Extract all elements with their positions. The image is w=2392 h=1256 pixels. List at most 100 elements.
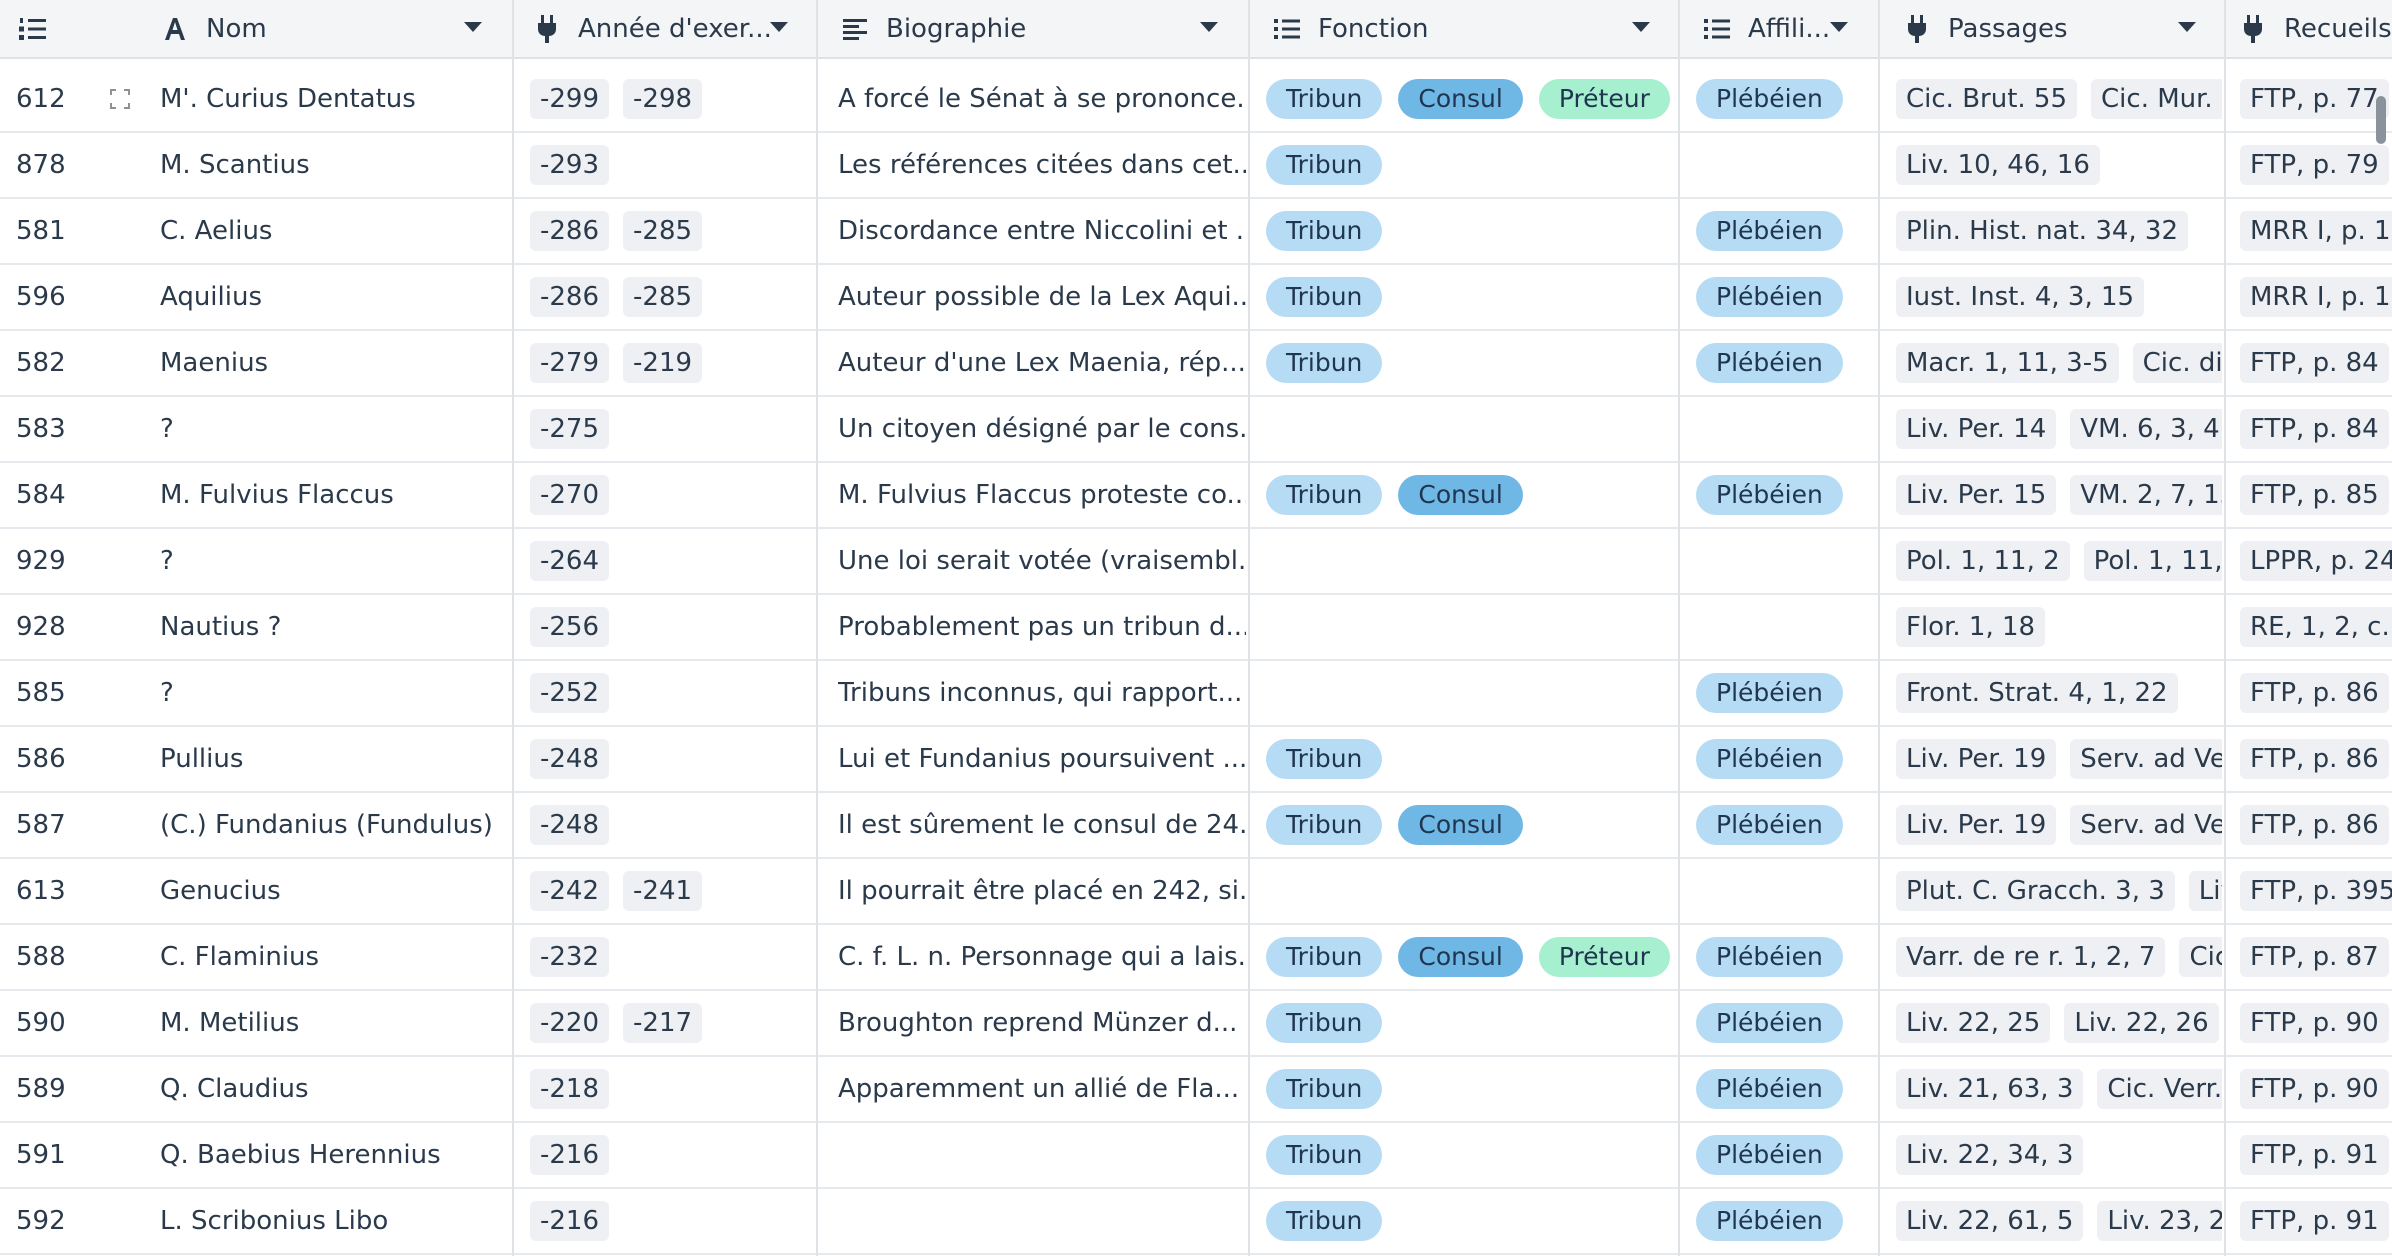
affiliation-cell[interactable]: Plébéien (1696, 1057, 1876, 1121)
chevron-down-icon[interactable] (770, 22, 788, 32)
table-row[interactable]: 582 Maenius -279 -219 Auteur d'une Lex Maeni… (0, 331, 2392, 397)
passages-cell[interactable]: Liv. Per. 14 VM. 6, 3, 4 (1896, 397, 2222, 461)
row-id-cell[interactable]: 612 (16, 67, 106, 131)
passage-chip[interactable]: Liv. Per. 15 (1896, 475, 2057, 515)
biographie-cell[interactable]: Une loi serait votée (vraisembl... (838, 529, 1246, 593)
nom-cell[interactable]: ? (160, 397, 504, 461)
biographie-cell[interactable]: Probablement pas un tribun d... (838, 595, 1246, 659)
affiliation-cell[interactable] (1696, 595, 1876, 659)
annee-cell[interactable]: -286 -285 (530, 265, 814, 329)
nom-cell[interactable]: M. Metilius (160, 991, 504, 1055)
recueil-chip[interactable]: FTP, p. 79 (2240, 145, 2389, 185)
recueils-cell[interactable]: FTP, p. 86 (2240, 793, 2392, 857)
row-id-cell[interactable]: 878 (16, 133, 106, 197)
recueil-chip[interactable]: FTP, p. 90 (2240, 1069, 2389, 1109)
row-id-cell[interactable]: 588 (16, 925, 106, 989)
recueil-chip[interactable]: FTP, p. 86 (2240, 805, 2389, 845)
table-row[interactable]: 591 Q. Baebius Herennius -216 Tribun Plébéie… (0, 1123, 2392, 1189)
fonction-tag[interactable]: Tribun (1266, 937, 1383, 977)
biographie-cell[interactable]: Un citoyen désigné par le cons... (838, 397, 1246, 461)
recueils-cell[interactable]: FTP, p. 84 (2240, 331, 2392, 395)
chevron-down-icon[interactable] (1200, 22, 1218, 32)
affiliation-cell[interactable] (1696, 529, 1876, 593)
affiliation-cell[interactable]: Plébéien (1696, 1189, 1876, 1253)
fonction-tag[interactable]: Tribun (1266, 1003, 1383, 1043)
passages-cell[interactable]: Flor. 1, 18 (1896, 595, 2222, 659)
recueils-cell[interactable]: FTP, p. 77 (2240, 67, 2392, 131)
recueils-cell[interactable]: FTP, p. 90 (2240, 1057, 2392, 1121)
column-header-nom[interactable]: Nom (158, 0, 502, 57)
affiliation-cell[interactable]: Plébéien (1696, 331, 1876, 395)
nom-cell[interactable]: Nautius ? (160, 595, 504, 659)
passage-chip[interactable]: VM. 6, 3, 4 (2070, 409, 2222, 449)
passage-chip[interactable]: Pol. 1, 11, 2 (1896, 541, 2070, 581)
row-id-cell[interactable]: 928 (16, 595, 106, 659)
recueil-chip[interactable]: FTP, p. 91 (2240, 1135, 2389, 1175)
table-row[interactable]: 581 C. Aelius -286 -285 Discordance entre Ni… (0, 199, 2392, 265)
column-header-annee[interactable]: Année d'exer... (530, 0, 816, 57)
recueils-cell[interactable]: LPPR, p. 244 (2240, 529, 2392, 593)
recueil-chip[interactable]: MRR I, p. 18 (2240, 211, 2392, 251)
year-chip[interactable]: -217 (623, 1003, 703, 1043)
passage-chip[interactable]: Liv. Per. 19 (1896, 739, 2057, 779)
recueils-cell[interactable]: FTP, p. 85 (2240, 463, 2392, 527)
annee-cell[interactable]: -232 (530, 925, 814, 989)
fonction-cell[interactable] (1266, 661, 1676, 725)
passage-chip[interactable]: VM. 2, 7, 15 (2070, 475, 2222, 515)
column-header-index[interactable] (16, 0, 76, 57)
passage-chip[interactable]: Varr. de re r. 1, 2, 7 (1896, 937, 2166, 977)
passage-chip[interactable]: Pol. 1, 11, 1 (2083, 541, 2222, 581)
biographie-cell[interactable]: Les références citées dans cet... (838, 133, 1246, 197)
table-row[interactable]: 590 M. Metilius -220 -217 Broughton reprend … (0, 991, 2392, 1057)
column-header-biographie[interactable]: Biographie (838, 0, 1248, 57)
fonction-tag[interactable]: Tribun (1266, 805, 1383, 845)
affiliation-cell[interactable]: Plébéien (1696, 661, 1876, 725)
chevron-down-icon[interactable] (2178, 22, 2196, 32)
table-row[interactable]: 929? -264 Une loi serait votée (vraisembl.… (0, 529, 2392, 595)
affiliation-tag[interactable]: Plébéien (1696, 475, 1843, 515)
fonction-cell[interactable]: Tribun Consul (1266, 463, 1676, 527)
table-row[interactable]: 613 Genucius -242 -241 Il pourrait être plac… (0, 859, 2392, 925)
biographie-cell[interactable] (838, 1189, 1246, 1253)
passage-chip[interactable]: Liv. Per. 14 (1896, 409, 2057, 449)
affiliation-cell[interactable] (1696, 133, 1876, 197)
affiliation-cell[interactable] (1696, 859, 1876, 923)
chevron-down-icon[interactable] (1830, 22, 1848, 32)
table-row[interactable]: 878 M. Scantius -293 Les références citées … (0, 133, 2392, 199)
passage-chip[interactable]: Plut. C. Gracch. 3, 3 (1896, 871, 2175, 911)
recueil-chip[interactable]: FTP, p. 84 (2240, 343, 2389, 383)
annee-cell[interactable]: -242 -241 (530, 859, 814, 923)
year-chip[interactable]: -299 (530, 79, 610, 119)
affiliation-tag[interactable]: Plébéien (1696, 1069, 1843, 1109)
nom-cell[interactable]: Q. Baebius Herennius (160, 1123, 504, 1187)
nom-cell[interactable]: M'. Curius Dentatus (160, 67, 504, 131)
recueil-chip[interactable]: MRR I, p. 18 (2240, 277, 2392, 317)
affiliation-tag[interactable]: Plébéien (1696, 1003, 1843, 1043)
recueils-cell[interactable]: FTP, p. 87 (2240, 925, 2392, 989)
recueils-cell[interactable]: FTP, p. 86 (2240, 727, 2392, 791)
nom-cell[interactable]: M. Fulvius Flaccus (160, 463, 504, 527)
nom-cell[interactable]: L. Scribonius Libo (160, 1189, 504, 1253)
year-chip[interactable]: -275 (530, 409, 610, 449)
column-header-recueils[interactable]: Recueils (2236, 0, 2392, 57)
table-row[interactable]: 596 Aquilius -286 -285 Auteur possible de la… (0, 265, 2392, 331)
annee-cell[interactable]: -299 -298 (530, 67, 814, 131)
column-header-passages[interactable]: Passages (1900, 0, 2214, 57)
nom-cell[interactable]: Maenius (160, 331, 504, 395)
passage-chip[interactable]: Macr. 1, 11, 3-5 (1896, 343, 2119, 383)
recueils-cell[interactable]: MRR I, p. 18 (2240, 265, 2392, 329)
recueils-cell[interactable]: MRR I, p. 18 (2240, 199, 2392, 263)
year-chip[interactable]: -248 (530, 805, 610, 845)
biographie-cell[interactable]: C. f. L. n. Personnage qui a lais... (838, 925, 1246, 989)
recueils-cell[interactable]: FTP, p. 90 (2240, 991, 2392, 1055)
passage-chip[interactable]: Liv. 22, 61, 5 (1896, 1201, 2084, 1241)
annee-cell[interactable]: -216 (530, 1189, 814, 1253)
passage-chip[interactable]: Flor. 1, 18 (1896, 607, 2046, 647)
biographie-cell[interactable]: A forcé le Sénat à se prononce... (838, 67, 1246, 131)
recueils-cell[interactable]: FTP, p. 91 (2240, 1123, 2392, 1187)
year-chip[interactable]: -298 (623, 79, 703, 119)
recueil-chip[interactable]: LPPR, p. 244 (2240, 541, 2392, 581)
recueil-chip[interactable]: FTP, p. 86 (2240, 739, 2389, 779)
passage-chip[interactable]: Cic. div. (2132, 343, 2222, 383)
biographie-cell[interactable] (838, 1123, 1246, 1187)
